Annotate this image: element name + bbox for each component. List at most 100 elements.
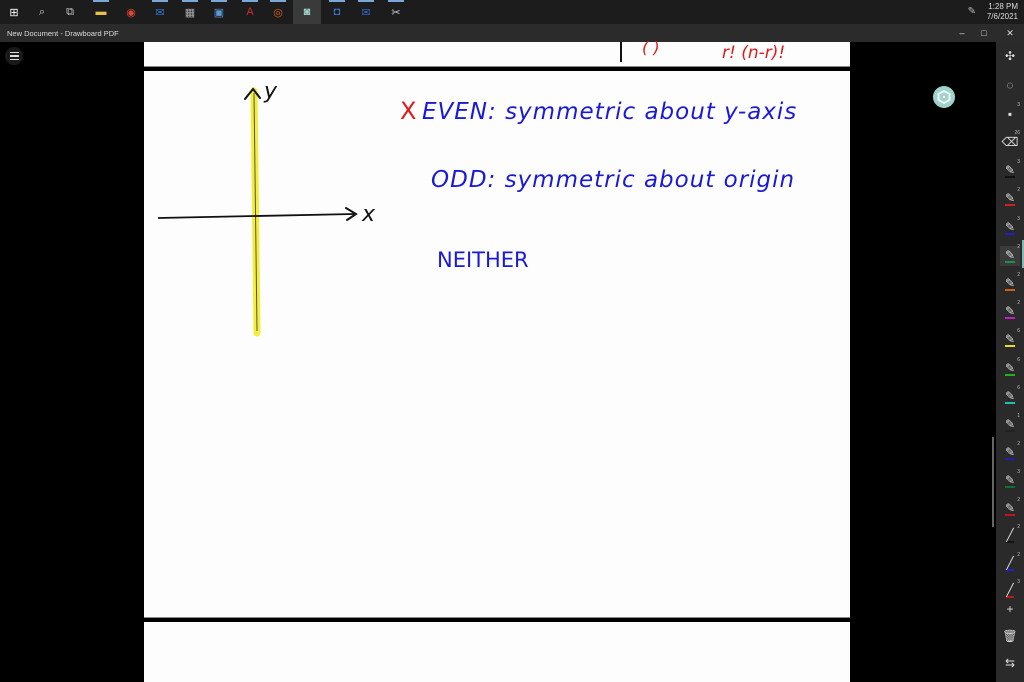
- pen-green-button[interactable]: ✎ 6: [1000, 357, 1020, 379]
- running-indicator: [182, 0, 198, 2]
- hamburger-menu-button[interactable]: [5, 47, 23, 65]
- vertical-scrollbar[interactable]: [992, 437, 994, 527]
- pen-navy-icon: ✎: [1004, 445, 1016, 460]
- pen-green-active-button[interactable]: ✎ 2: [1000, 244, 1020, 266]
- line-blue-button[interactable]: ╱ 2: [1000, 552, 1020, 574]
- running-indicator: [211, 0, 227, 2]
- pen-red2-button[interactable]: ✎ 2: [1000, 497, 1020, 519]
- taskbar-start-icon[interactable]: ⊞: [4, 2, 24, 22]
- y-axis-label: y: [264, 79, 278, 104]
- taskbar-file-explorer-icon[interactable]: ▬: [91, 0, 111, 22]
- x-axis-label: x: [362, 202, 376, 227]
- pen-dark-icon: ✎: [1004, 417, 1016, 432]
- pen-teal-icon: ✎: [1004, 389, 1016, 404]
- clock-time: 1:28 PM: [988, 2, 1018, 11]
- pen-green-icon: ✎: [1004, 361, 1016, 376]
- tool-size-label: 2: [1017, 552, 1020, 558]
- note-odd: ODD: symmetric about origin: [431, 167, 796, 193]
- pen-orange-button[interactable]: ✎ 2: [1000, 272, 1020, 294]
- tool-size-label: 6: [1017, 357, 1020, 363]
- shape-tool-icon: ▪: [1007, 107, 1013, 121]
- delete-tool-button[interactable]: 🗑: [1000, 626, 1020, 646]
- pen-orange-icon: ✎: [1004, 276, 1016, 291]
- tool-size-label: 2: [1017, 524, 1020, 530]
- swap-tool-icon: ⇆: [1004, 656, 1016, 670]
- line-black-button[interactable]: ╱ 2: [1000, 524, 1020, 546]
- pen-red-button[interactable]: ✎ 2: [1000, 187, 1020, 209]
- line-red-button[interactable]: ╱ 3: [1000, 579, 1020, 601]
- eraser-tool-icon: ⌫: [1001, 135, 1019, 149]
- taskbar-snipping-icon[interactable]: ✂: [386, 0, 406, 22]
- taskbar-calculator-icon[interactable]: ▦: [180, 0, 200, 22]
- pen-black-icon: ✎: [1004, 163, 1016, 178]
- pen-yellow-button[interactable]: ✎ 6: [1000, 328, 1020, 350]
- tool-size-label: 2: [1017, 187, 1020, 193]
- settings-hex-button[interactable]: [933, 86, 955, 108]
- line-red-icon: ╱: [1006, 583, 1014, 598]
- taskbar-app-blue-icon[interactable]: ◘: [327, 0, 347, 22]
- window-title: New Document - Drawboard PDF: [7, 29, 119, 38]
- pen-dark-button[interactable]: ✎ 1: [1000, 413, 1020, 435]
- windows-taskbar: ⊞ ⌕ ⧉ ▬ ◉ ✉ ▦ ▣ A ◎ ◙ ◘ ✉ ✂ ✎ 1:28 PM 7/6/2021: [0, 0, 1024, 24]
- tool-size-label: 3: [1017, 102, 1020, 108]
- pen-green-active-icon: ✎: [1004, 248, 1016, 263]
- running-indicator: [329, 0, 345, 2]
- pen-darkgreen-icon: ✎: [1004, 473, 1016, 488]
- tool-size-label: 2: [1017, 300, 1020, 306]
- tool-size-label: 3: [1017, 469, 1020, 475]
- eraser-tool-button[interactable]: ⌫ 26: [1000, 130, 1020, 152]
- tool-size-label: 6: [1017, 328, 1020, 334]
- pen-tray-icon[interactable]: ✎: [968, 6, 976, 17]
- pen-red-icon: ✎: [1004, 191, 1016, 206]
- previous-page: ( ) r! (n-r)!: [144, 38, 850, 67]
- pen-teal-button[interactable]: ✎ 6: [1000, 385, 1020, 407]
- ink-stroke: [620, 42, 622, 62]
- minimize-button[interactable]: –: [955, 27, 969, 39]
- pen-blue-button[interactable]: ✎ 3: [1000, 216, 1020, 238]
- pen-yellow-icon: ✎: [1004, 332, 1016, 347]
- pen-black-button[interactable]: ✎ 3: [1000, 159, 1020, 181]
- taskbar-outlook-icon[interactable]: ✉: [150, 0, 170, 22]
- running-indicator: [358, 0, 374, 2]
- menu-line: [9, 58, 19, 61]
- menu-line: [9, 51, 19, 54]
- system-clock[interactable]: 1:28 PM 7/6/2021: [987, 2, 1018, 22]
- pen-darkgreen-button[interactable]: ✎ 3: [1000, 469, 1020, 491]
- document-page[interactable]: y x X EVEN: symmetric about y-axis ODD: …: [144, 71, 850, 618]
- maximize-button[interactable]: □: [977, 27, 991, 39]
- taskbar-search-icon[interactable]: ⌕: [32, 2, 52, 22]
- next-page[interactable]: [144, 622, 850, 682]
- tool-size-label: 3: [1017, 216, 1020, 222]
- ink-fragment-left: ( ): [642, 38, 660, 57]
- running-indicator: [388, 0, 404, 2]
- lasso-tool-button[interactable]: ◌: [1000, 75, 1020, 95]
- note-even: EVEN: symmetric about y-axis: [422, 99, 798, 125]
- pen-navy-button[interactable]: ✎ 2: [1000, 441, 1020, 463]
- taskbar-ubuntu-icon[interactable]: ◎: [268, 0, 288, 22]
- tool-size-label: 2: [1017, 272, 1020, 278]
- tool-size-label: 3: [1017, 579, 1020, 585]
- taskbar-drawboard-icon[interactable]: ◙: [293, 0, 321, 24]
- tool-size-label: 2: [1017, 244, 1020, 250]
- taskbar-mail-icon[interactable]: ✉: [356, 0, 376, 22]
- running-indicator: [270, 0, 286, 2]
- taskbar-task-view-icon[interactable]: ⧉: [60, 2, 80, 22]
- add-tool-button[interactable]: +: [1000, 599, 1020, 619]
- tool-panel: ✣ ◌ ▪ 3 ⌫ 26 ✎ 3 ✎ 2 ✎ 3 ✎ 2 ✎ 2 ✎ 2 ✎ 6 ✎ 6 ✎ 6 ✎ 1 ✎ 2 ✎ 3 ✎ 2 ╱ 2 ╱ 2 ╱ 3 +…: [996, 42, 1024, 682]
- close-button[interactable]: ✕: [1003, 27, 1017, 39]
- tool-size-label: 2: [1017, 441, 1020, 447]
- hexagon-icon: [937, 90, 951, 104]
- swap-tool-button[interactable]: ⇆: [1000, 653, 1020, 673]
- delete-tool-icon: 🗑: [1002, 629, 1018, 643]
- tool-size-label: 1: [1017, 413, 1020, 419]
- menu-line: [9, 55, 19, 57]
- window-titlebar: New Document - Drawboard PDF – □ ✕: [0, 24, 1024, 42]
- ruler-tool-button[interactable]: ✣: [1000, 46, 1020, 66]
- clock-date: 7/6/2021: [986, 12, 1018, 21]
- taskbar-chrome-icon[interactable]: ◉: [121, 2, 141, 22]
- taskbar-acrobat-icon[interactable]: A: [240, 0, 260, 22]
- taskbar-remote-desktop-icon[interactable]: ▣: [209, 0, 229, 22]
- tool-size-label: 26: [1014, 130, 1020, 136]
- shape-tool-button[interactable]: ▪ 3: [1000, 102, 1020, 124]
- pen-magenta-button[interactable]: ✎ 2: [1000, 300, 1020, 322]
